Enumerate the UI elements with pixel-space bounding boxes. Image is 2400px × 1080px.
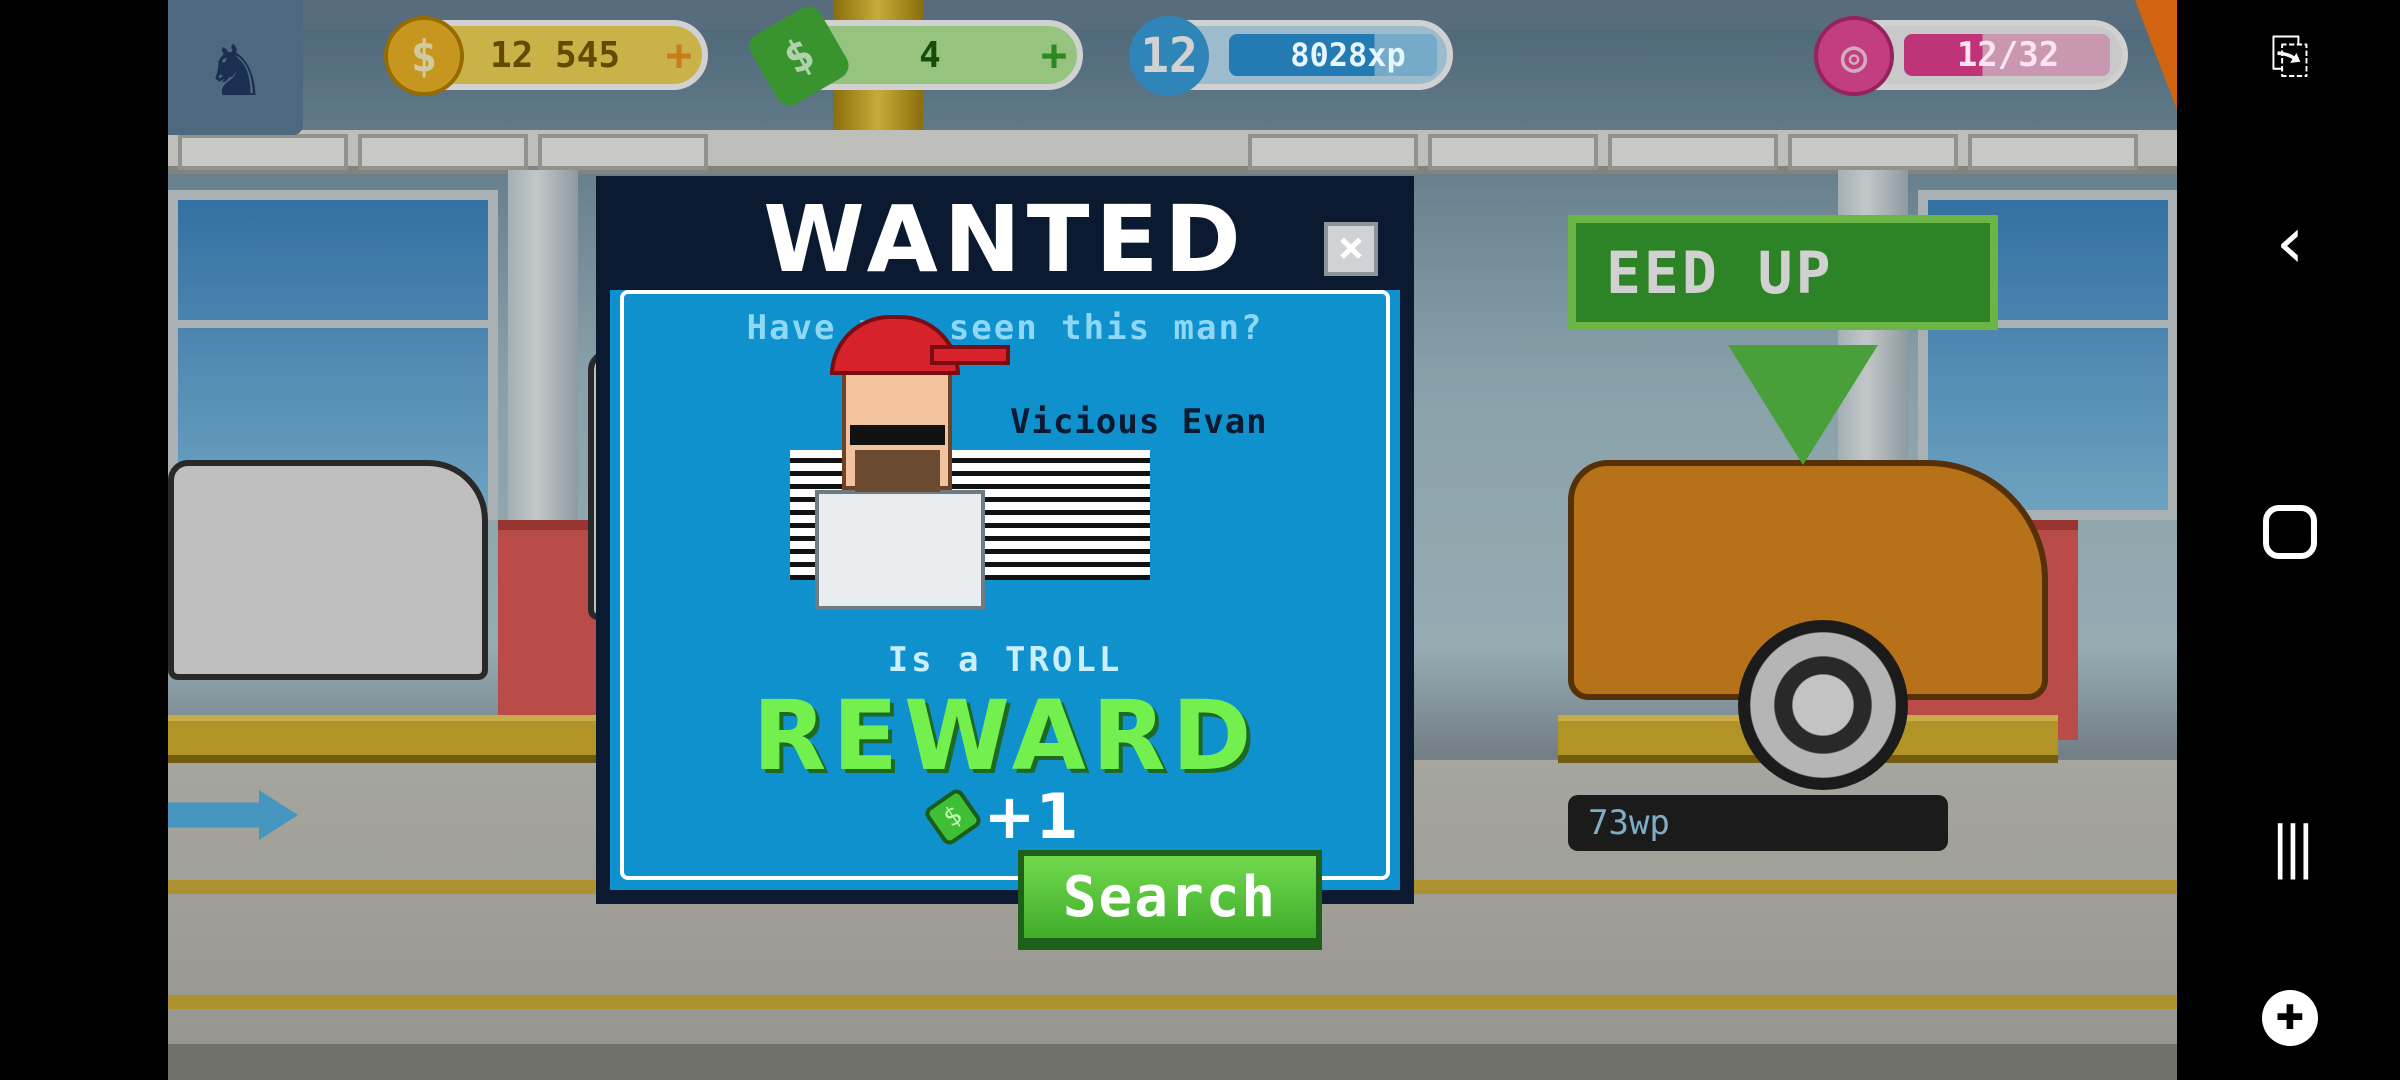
cash-icon: $: [922, 785, 985, 848]
wanted-dialog: WANTED × Have you seen this man? Vicious…: [600, 180, 1410, 900]
suspect-body: [815, 490, 985, 610]
beard: [855, 450, 940, 492]
xp-value: 8028xp: [1290, 36, 1406, 74]
game-launcher-icon[interactable]: ✚: [2255, 990, 2325, 1046]
dialog-title: WANTED: [763, 186, 1247, 293]
screenshot-icon[interactable]: ⎘: [2255, 28, 2325, 85]
wanted-question: Have you seen this man?: [746, 308, 1264, 348]
search-button[interactable]: Search: [1018, 850, 1322, 950]
back-icon[interactable]: ‹: [2255, 200, 2325, 284]
suspect-name: Vicious Evan: [1010, 402, 1268, 442]
sunglasses: [850, 425, 945, 445]
reward-label: REWARD: [752, 680, 1258, 792]
reward-row: $ +1: [610, 780, 1400, 853]
home-icon[interactable]: [2255, 505, 2325, 559]
donut-value: 12/32: [1956, 35, 2060, 75]
close-button[interactable]: ×: [1324, 222, 1378, 276]
cap-brim: [930, 345, 1010, 365]
reward-amount: +1: [983, 780, 1079, 853]
recents-icon[interactable]: |||: [2255, 815, 2325, 880]
suspect-crime: Is a TROLL: [887, 640, 1123, 680]
suspect-portrait: [815, 315, 1010, 615]
